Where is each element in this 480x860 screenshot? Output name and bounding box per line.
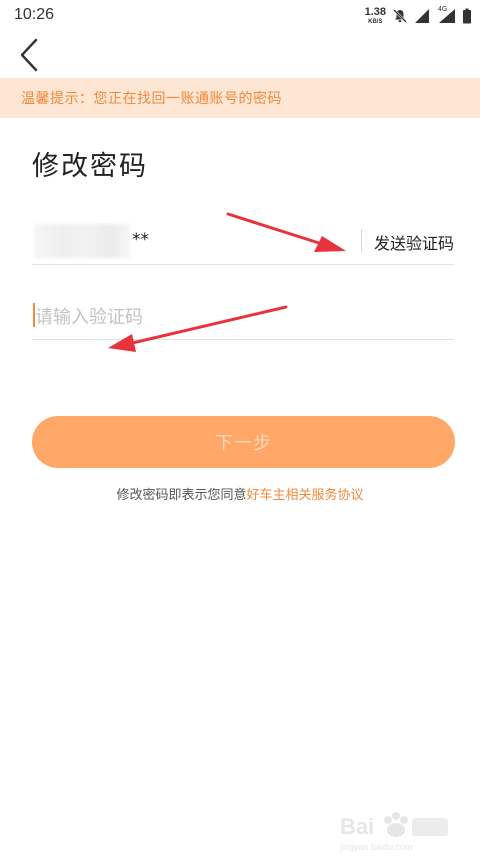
account-redacted (34, 224, 130, 258)
status-bar: 10:26 1.38 KB/S 4G (0, 0, 480, 32)
agreement-text: 修改密码即表示您同意好车主相关服务协议 (0, 484, 480, 503)
account-masked-suffix: ** (132, 230, 149, 250)
svg-text:jingyan.baidu.com: jingyan.baidu.com (339, 842, 413, 852)
change-password-screen: 10:26 1.38 KB/S 4G 温馨提示：您正在找回一账通账号的密码 修改… (0, 0, 480, 860)
verification-code-input[interactable] (32, 295, 459, 339)
next-step-button[interactable]: 下一步 (32, 416, 455, 468)
baidu-jingyan-watermark: Bai jingyan.baidu.com (339, 812, 448, 852)
tip-text: 温馨提示：您正在找回一账通账号的密码 (21, 91, 282, 107)
agreement-prefix: 修改密码即表示您同意 (116, 488, 247, 503)
status-icons: 1.38 KB/S 4G (365, 4, 472, 28)
service-agreement-link[interactable]: 好车主相关服务协议 (247, 488, 364, 503)
page-title: 修改密码 (32, 151, 148, 182)
tip-banner: 温馨提示：您正在找回一账通账号的密码 (0, 78, 480, 118)
status-time: 10:26 (14, 6, 55, 23)
battery-icon (462, 8, 472, 24)
account-row: ** 发送验证码 (32, 218, 454, 265)
network-speed: 1.38 KB/S (364, 6, 386, 26)
signal-icon (414, 8, 430, 24)
divider (361, 229, 362, 253)
network-speed-unit: KB/S (368, 19, 383, 25)
code-field (32, 295, 459, 340)
send-code-button[interactable]: 发送验证码 (374, 230, 454, 254)
network-speed-value: 1.38 (364, 6, 386, 18)
svg-text:Bai: Bai (340, 814, 374, 839)
chevron-left-icon (18, 38, 40, 72)
mute-icon (392, 8, 408, 24)
network-type: 4G (438, 6, 448, 13)
back-button[interactable] (12, 36, 46, 74)
signal-4g-icon: 4G (436, 6, 456, 24)
